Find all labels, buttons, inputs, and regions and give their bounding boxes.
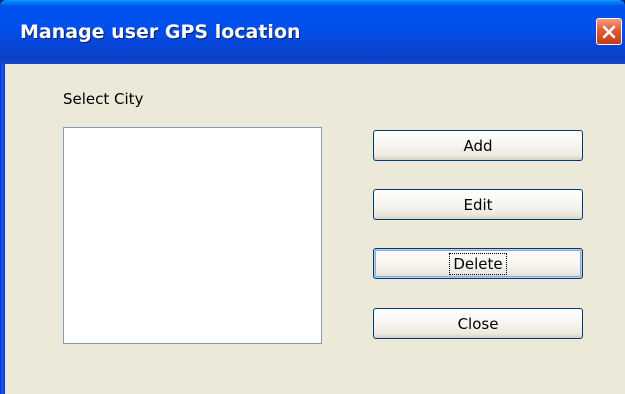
close-button[interactable]: Close <box>373 308 583 339</box>
dialog-client-area: Select City Add Edit Delete Close <box>5 64 625 394</box>
dialog-window: Manage user GPS location Select City Add… <box>0 0 625 394</box>
city-listbox[interactable] <box>63 127 322 344</box>
window-title: Manage user GPS location <box>20 21 301 43</box>
close-icon <box>602 25 616 39</box>
edit-button[interactable]: Edit <box>373 189 583 220</box>
close-button-label: Close <box>457 314 499 333</box>
select-city-label: Select City <box>63 90 144 108</box>
title-bar[interactable]: Manage user GPS location <box>0 0 625 64</box>
edit-button-label: Edit <box>463 195 493 214</box>
add-button-label: Add <box>463 136 493 155</box>
delete-button[interactable]: Delete <box>373 248 583 279</box>
window-close-button[interactable] <box>596 18 622 45</box>
delete-button-label: Delete <box>449 252 507 275</box>
add-button[interactable]: Add <box>373 130 583 161</box>
